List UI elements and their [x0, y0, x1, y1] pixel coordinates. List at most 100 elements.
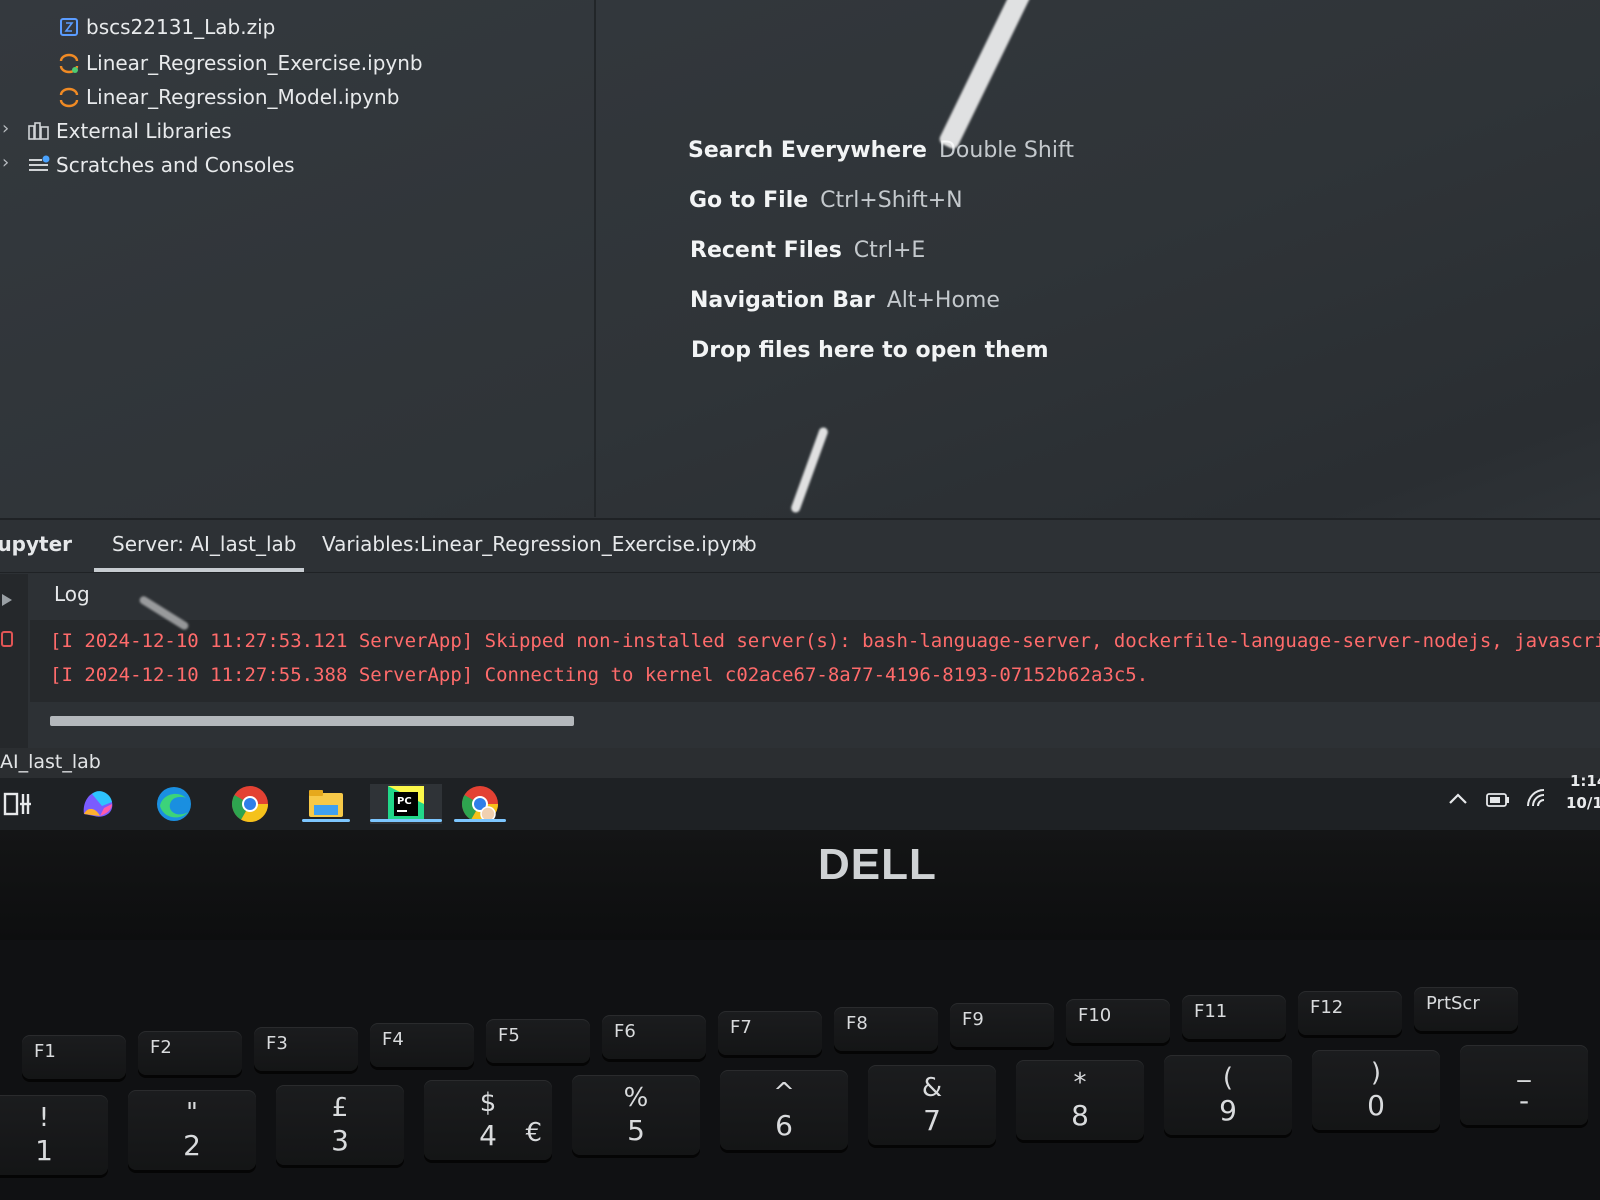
tab-server[interactable]: Server: AI_last_lab — [112, 532, 297, 556]
key-f1[interactable]: F1 — [22, 1035, 126, 1079]
active-tab-indicator — [94, 568, 304, 572]
key-label: F5 — [498, 1025, 520, 1046]
key-f9[interactable]: F9 — [950, 1003, 1054, 1047]
key-f11[interactable]: F11 — [1182, 995, 1286, 1039]
key-5[interactable]: % 5 — [572, 1075, 700, 1155]
hint-navigation-bar: Navigation Bar Alt+Home — [690, 288, 1000, 313]
key--[interactable]: _ - — [1460, 1045, 1588, 1125]
key-label: 8 — [1071, 1099, 1089, 1132]
key-6[interactable]: ^ 6 — [720, 1070, 848, 1150]
hint-shortcut: Alt+Home — [886, 288, 1000, 313]
scratches-icon — [28, 154, 50, 176]
key-f6[interactable]: F6 — [602, 1015, 706, 1059]
chevron-right-icon[interactable]: › — [2, 118, 9, 139]
key-shift-label: & — [921, 1073, 943, 1103]
key-label: 3 — [331, 1124, 349, 1157]
tree-item-scratches[interactable]: Scratches and Consoles — [28, 150, 295, 180]
chevron-up-icon[interactable] — [1448, 790, 1468, 809]
active-indicator — [302, 819, 350, 822]
battery-icon[interactable] — [1486, 792, 1510, 811]
key-label: 5 — [627, 1114, 645, 1147]
task-view-icon[interactable] — [0, 784, 40, 824]
key-4[interactable]: $4 € — [424, 1080, 552, 1160]
status-project-name[interactable]: AI_last_lab — [0, 751, 101, 773]
dell-logo: DELL — [818, 840, 937, 889]
active-indicator — [454, 819, 506, 822]
key-label: 7 — [923, 1104, 941, 1137]
chevron-right-icon[interactable]: › — [2, 152, 9, 173]
zip-file-icon — [58, 16, 80, 38]
key-3[interactable]: £3 — [276, 1085, 404, 1165]
edge-icon[interactable] — [152, 784, 196, 824]
key-f4[interactable]: F4 — [370, 1023, 474, 1067]
log-header: Log — [0, 574, 1600, 618]
laptop-screen: bscs22131_Lab.zip Linear_Regression_Exer… — [0, 0, 1600, 830]
hint-drop-files: Drop files here to open them — [691, 338, 1049, 363]
laptop-bezel: DELL — [0, 830, 1600, 940]
tree-item-zip[interactable]: bscs22131_Lab.zip — [58, 12, 275, 42]
key-9[interactable]: (9 — [1164, 1055, 1292, 1135]
key-label: F8 — [846, 1013, 868, 1034]
pycharm-icon[interactable]: PC — [370, 784, 442, 824]
horizontal-scrollbar[interactable] — [50, 716, 574, 726]
key-label: F3 — [266, 1033, 288, 1054]
chrome-profile-icon[interactable] — [454, 784, 506, 824]
hint-search-everywhere: Search Everywhere Double Shift — [688, 138, 1074, 163]
key-f8[interactable]: F8 — [834, 1007, 938, 1051]
key-f3[interactable]: F3 — [254, 1027, 358, 1071]
key-8[interactable]: * 8 — [1016, 1060, 1144, 1140]
tree-item-label: bscs22131_Lab.zip — [86, 15, 276, 39]
notebook-icon — [58, 52, 80, 74]
key-label: 9 — [1219, 1094, 1237, 1127]
key-label: 2 — [183, 1129, 201, 1162]
key-shift-label: ^ — [773, 1078, 795, 1108]
clock-time[interactable]: 1:14 — [1570, 772, 1600, 790]
key-altgr-label: € — [525, 1118, 542, 1148]
copilot-icon[interactable] — [76, 784, 120, 824]
clock-date[interactable]: 10/12 — [1566, 794, 1600, 812]
key-f12[interactable]: F12 — [1298, 991, 1402, 1035]
tool-window-tabs: Jupyter Server: AI_last_lab Variables:Li… — [0, 520, 1600, 573]
jupyter-tool-window: Jupyter Server: AI_last_lab Variables:Li… — [0, 518, 1600, 750]
tab-jupyter[interactable]: Jupyter — [0, 532, 72, 556]
file-explorer-icon[interactable] — [302, 784, 350, 824]
windows-taskbar: PC 1:14 10/12 — [0, 772, 1600, 830]
key-f2[interactable]: F2 — [138, 1031, 242, 1075]
key-shift-label: £ — [331, 1093, 349, 1123]
svg-text:PC: PC — [397, 796, 412, 807]
key-label: F10 — [1078, 1005, 1112, 1026]
key-f7[interactable]: F7 — [718, 1011, 822, 1055]
hint-label: Recent Files — [690, 238, 842, 263]
key-2[interactable]: " 2 — [128, 1090, 256, 1170]
key-label: F9 — [962, 1009, 984, 1030]
project-panel: bscs22131_Lab.zip Linear_Regression_Exer… — [0, 0, 596, 517]
tree-item-label: Linear_Regression_Model.ipynb — [86, 85, 400, 109]
tab-variables[interactable]: Variables:Linear_Regression_Exercise.ipy… — [322, 532, 757, 556]
key-shift-label: ) — [1370, 1058, 1382, 1088]
editor-empty-state: Search Everywhere Double Shift Go to File… — [596, 0, 1600, 517]
key-1[interactable]: ! 1 — [0, 1095, 108, 1175]
key-f10[interactable]: F10 — [1066, 999, 1170, 1043]
system-tray: 1:14 10/12 — [1400, 772, 1600, 830]
key-shift-label: * — [1073, 1068, 1087, 1098]
chrome-icon[interactable] — [228, 784, 272, 824]
status-bar: AI_last_lab — [0, 748, 1600, 778]
tree-item-external-libraries[interactable]: External Libraries — [28, 116, 232, 146]
key-f5[interactable]: F5 — [486, 1019, 590, 1063]
log-line: [I 2024-12-10 11:27:53.121 ServerApp] Sk… — [50, 630, 1600, 652]
close-tab-icon[interactable]: × — [734, 532, 751, 556]
hint-shortcut: Ctrl+E — [853, 238, 926, 263]
key-label: F1 — [34, 1041, 56, 1062]
active-indicator — [370, 819, 442, 822]
key-label: 1 — [35, 1134, 53, 1167]
key-label: F6 — [614, 1021, 636, 1042]
key-label: 4 — [479, 1119, 497, 1152]
key-7[interactable]: & 7 — [868, 1065, 996, 1145]
key-0[interactable]: ) 0 — [1312, 1050, 1440, 1130]
wifi-icon[interactable] — [1526, 788, 1548, 812]
log-output: [I 2024-12-10 11:27:53.121 ServerApp] Sk… — [30, 620, 1600, 702]
tree-item-exercise-notebook[interactable]: Linear_Regression_Exercise.ipynb — [58, 48, 423, 78]
key-label: F4 — [382, 1029, 404, 1050]
key-prtscr[interactable]: PrtScr — [1414, 987, 1518, 1031]
tree-item-model-notebook[interactable]: Linear_Regression_Model.ipynb — [58, 82, 399, 112]
